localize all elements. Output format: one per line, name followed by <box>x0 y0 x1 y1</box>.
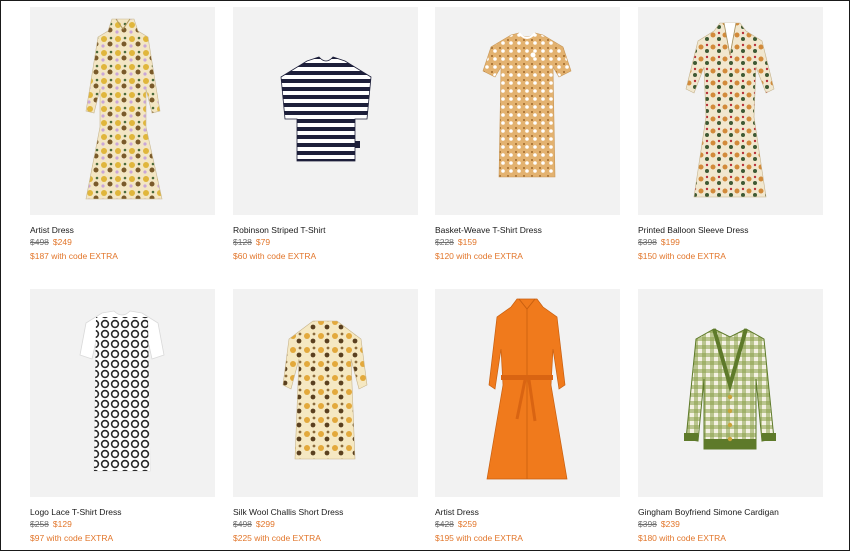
product-name[interactable]: Artist Dress <box>30 225 215 236</box>
sale-price: $299 <box>255 519 275 529</box>
product-name[interactable]: Robinson Striped T-Shirt <box>233 225 418 236</box>
product-prices: $498 $249 <box>30 236 215 248</box>
product-name[interactable]: Logo Lace T-Shirt Dress <box>30 507 215 518</box>
product-name[interactable]: Printed Balloon Sleeve Dress <box>638 225 823 236</box>
product-card[interactable]: Basket-Weave T-Shirt Dress $228 $159 $120… <box>435 7 620 263</box>
product-name[interactable]: Silk Wool Challis Short Dress <box>233 507 418 518</box>
original-price: $128 <box>233 237 252 247</box>
original-price: $228 <box>435 237 454 247</box>
product-card[interactable]: Artist Dress $428 $259 $195 with code EXT… <box>435 289 620 545</box>
product-card[interactable]: Artist Dress $498 $249 $187 with code EXT… <box>30 7 215 263</box>
original-price: $398 <box>638 237 657 247</box>
product-prices: $258 $129 <box>30 518 215 530</box>
balloon-sleeve-dress-icon[interactable] <box>638 7 823 215</box>
original-price: $498 <box>233 519 252 529</box>
product-prices: $228 $159 <box>435 236 620 248</box>
promo-price: $120 with code EXTRA <box>435 251 523 261</box>
sale-price: $129 <box>52 519 72 529</box>
striped-tshirt-icon[interactable] <box>233 7 418 215</box>
promo-price: $180 with code EXTRA <box>638 533 726 543</box>
promo-price: $97 with code EXTRA <box>30 533 114 543</box>
sale-price: $259 <box>457 519 477 529</box>
product-name[interactable]: Gingham Boyfriend Simone Cardigan <box>638 507 823 518</box>
original-price: $428 <box>435 519 454 529</box>
floral-dress-icon[interactable] <box>30 7 215 215</box>
product-grid: Artist Dress $498 $249 $187 with code EXT… <box>0 0 850 551</box>
product-card[interactable]: Silk Wool Challis Short Dress $498 $299 $… <box>233 289 418 545</box>
product-name[interactable]: Artist Dress <box>435 507 620 518</box>
tshirt-dress-icon[interactable] <box>435 7 620 215</box>
product-name[interactable]: Basket-Weave T-Shirt Dress <box>435 225 620 236</box>
product-card[interactable]: Robinson Striped T-Shirt $128 $79 $60 wit… <box>233 7 418 263</box>
sale-price: $239 <box>660 519 680 529</box>
promo-price: $225 with code EXTRA <box>233 533 321 543</box>
original-price: $258 <box>30 519 49 529</box>
sale-price: $79 <box>255 237 271 247</box>
product-prices: $128 $79 <box>233 236 418 248</box>
promo-price: $187 with code EXTRA <box>30 251 118 261</box>
sale-price: $159 <box>457 237 477 247</box>
product-card[interactable]: Printed Balloon Sleeve Dress $398 $199 $1… <box>638 7 823 263</box>
original-price: $498 <box>30 237 49 247</box>
product-card[interactable]: Gingham Boyfriend Simone Cardigan $398 $2… <box>638 289 823 545</box>
promo-price: $60 with code EXTRA <box>233 251 317 261</box>
promo-price: $195 with code EXTRA <box>435 533 523 543</box>
sale-price: $199 <box>660 237 680 247</box>
product-prices: $428 $259 <box>435 518 620 530</box>
short-dress-icon[interactable] <box>233 289 418 497</box>
product-prices: $498 $299 <box>233 518 418 530</box>
product-prices: $398 $199 <box>638 236 823 248</box>
sale-price: $249 <box>52 237 72 247</box>
original-price: $398 <box>638 519 657 529</box>
product-card[interactable]: Logo Lace T-Shirt Dress $258 $129 $97 wit… <box>30 289 215 545</box>
product-prices: $398 $239 <box>638 518 823 530</box>
lace-tshirt-dress-icon[interactable] <box>30 289 215 497</box>
cardigan-icon[interactable] <box>638 289 823 497</box>
promo-price: $150 with code EXTRA <box>638 251 726 261</box>
shirt-dress-icon[interactable] <box>435 289 620 497</box>
